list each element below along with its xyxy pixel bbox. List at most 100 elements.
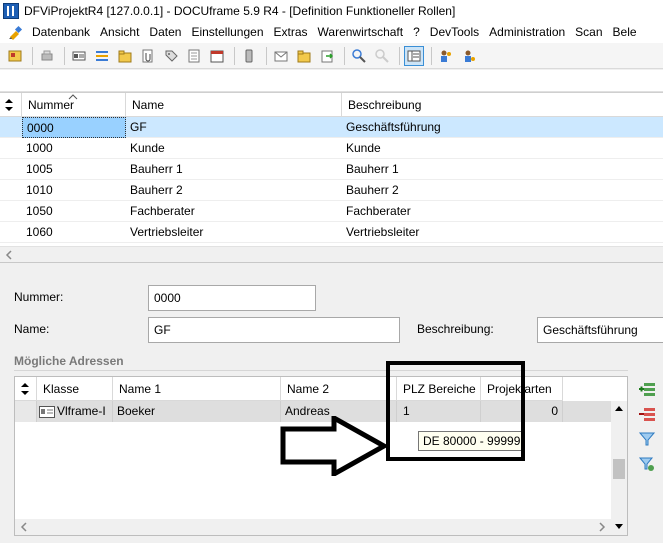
menu-scan[interactable]: Scan: [570, 22, 607, 43]
table-row[interactable]: 1050 Fachberater Fachberater: [0, 201, 663, 222]
menu-einstellungen[interactable]: Einstellungen: [186, 22, 268, 43]
cell-nummer[interactable]: 1010: [22, 180, 126, 201]
add-address-button[interactable]: [637, 378, 657, 400]
tb-mail-button[interactable]: [271, 46, 291, 66]
scroll-left-icon[interactable]: [4, 250, 14, 260]
tb-users-button[interactable]: [436, 46, 456, 66]
grid-sort-handle[interactable]: [0, 93, 22, 117]
scroll-left-icon[interactable]: [19, 522, 29, 532]
toolbar-separator: [32, 46, 33, 65]
col-header-name[interactable]: Name: [126, 93, 342, 117]
tb-print-button[interactable]: [37, 46, 57, 66]
mail-icon: [274, 49, 288, 63]
table-row[interactable]: 1005 Bauherr 1 Bauherr 1: [0, 159, 663, 180]
menu-belege[interactable]: Bele: [608, 22, 642, 43]
beschreibung-field[interactable]: Geschäftsführung: [537, 317, 663, 343]
cell-beschreibung[interactable]: Bauherr 2: [342, 180, 642, 201]
document-menu-icon[interactable]: [7, 25, 23, 41]
cell-beschreibung[interactable]: Geschäftsführung: [342, 117, 642, 138]
menu-devtools[interactable]: DevTools: [425, 22, 484, 43]
col-header-nummer[interactable]: Nummer: [22, 93, 126, 117]
filter-strip: [0, 70, 663, 92]
row-selector[interactable]: [15, 401, 37, 422]
cell-nummer[interactable]: 1060: [22, 222, 126, 243]
cell-nummer[interactable]: 1000: [22, 138, 126, 159]
cell-nummer[interactable]: 1050: [22, 201, 126, 222]
scroll-thumb[interactable]: [613, 459, 625, 479]
nummer-label: Nummer:: [14, 290, 64, 304]
tb-export-button[interactable]: [317, 46, 337, 66]
menu-ansicht[interactable]: Ansicht: [95, 22, 144, 43]
tb-layout-button[interactable]: [404, 45, 424, 66]
col-header-klasse[interactable]: Klasse: [37, 377, 113, 401]
grid-sort-handle[interactable]: [15, 377, 37, 401]
cell-name[interactable]: Bauherr 1: [126, 159, 342, 180]
cell-beschreibung[interactable]: Kunde: [342, 138, 642, 159]
table-row[interactable]: 1060 Vertriebsleiter Vertriebsleiter: [0, 222, 663, 243]
tb-folder-button[interactable]: [115, 46, 135, 66]
cell-name[interactable]: Fachberater: [126, 201, 342, 222]
cell-name[interactable]: Vertriebsleiter: [126, 222, 342, 243]
sort-icon: [21, 383, 29, 395]
cell-beschreibung[interactable]: Fachberater: [342, 201, 642, 222]
cell-name[interactable]: GF: [126, 117, 342, 138]
tb-search-button[interactable]: [349, 46, 369, 66]
document-icon: [187, 49, 201, 63]
remove-row-icon: [639, 408, 655, 421]
scroll-right-icon[interactable]: [597, 522, 607, 532]
cell-name[interactable]: Kunde: [126, 138, 342, 159]
layout-icon: [407, 49, 421, 63]
toolbar-separator: [431, 46, 432, 65]
tb-open-folder-button[interactable]: [294, 46, 314, 66]
filter-button[interactable]: [637, 428, 657, 450]
col-header-beschreibung[interactable]: Beschreibung: [342, 93, 663, 117]
tb-user-settings-button[interactable]: [459, 46, 479, 66]
user-settings-icon: [462, 49, 476, 63]
menu-daten[interactable]: Daten: [144, 22, 186, 43]
cell-nummer[interactable]: 1005: [22, 159, 126, 180]
addressbook-icon: [8, 49, 22, 63]
tb-card-button[interactable]: [69, 46, 89, 66]
menu-warenwirtschaft[interactable]: Warenwirtschaft: [313, 22, 409, 43]
cell-nummer[interactable]: 0000: [22, 117, 126, 138]
roles-grid-hscrollbar[interactable]: [0, 246, 663, 262]
sort-up-icon: [68, 94, 78, 100]
users-icon: [439, 49, 453, 63]
list-icon: [95, 49, 109, 63]
section-title-adressen: Mögliche Adressen: [14, 354, 124, 368]
scroll-up-icon[interactable]: [614, 404, 624, 412]
tb-addressbook-button[interactable]: [5, 46, 25, 66]
remove-address-button[interactable]: [637, 403, 657, 425]
col-header-name1[interactable]: Name 1: [113, 377, 281, 401]
cell-beschreibung[interactable]: Vertriebsleiter: [342, 222, 642, 243]
addresses-grid-vscrollbar[interactable]: [611, 401, 627, 535]
tb-attachment-button[interactable]: [138, 46, 158, 66]
title-bar: DFViProjektR4 [127.0.0.1] - DOCUframe 5.…: [0, 0, 663, 22]
id-card-icon: [72, 49, 86, 63]
table-row[interactable]: 1000 Kunde Kunde: [0, 138, 663, 159]
cell-beschreibung[interactable]: Bauherr 1: [342, 159, 642, 180]
nummer-field[interactable]: 0000: [148, 285, 316, 311]
table-row[interactable]: 1010 Bauherr 2 Bauherr 2: [0, 180, 663, 201]
menu-help[interactable]: ?: [408, 22, 425, 43]
col-header-name2[interactable]: Name 2: [281, 377, 397, 401]
menu-administration[interactable]: Administration: [484, 22, 570, 43]
filter-settings-button[interactable]: [637, 453, 657, 475]
name-field[interactable]: GF: [148, 317, 400, 343]
scroll-down-icon[interactable]: [614, 523, 624, 531]
cell-name[interactable]: Bauherr 2: [126, 180, 342, 201]
pane-splitter[interactable]: [0, 262, 663, 268]
cell-klasse[interactable]: Vlframe-I: [37, 401, 113, 422]
tb-doc-button[interactable]: [184, 46, 204, 66]
table-row[interactable]: 0000 GF Geschäftsführung: [0, 117, 663, 138]
tb-search-disabled-button[interactable]: [372, 46, 392, 66]
tb-list-button[interactable]: [92, 46, 112, 66]
menu-datenbank[interactable]: Datenbank: [27, 22, 95, 43]
cell-name1[interactable]: Boeker: [113, 401, 281, 422]
tb-tag-button[interactable]: [161, 46, 181, 66]
tb-phone-button[interactable]: [239, 46, 259, 66]
menu-extras[interactable]: Extras: [269, 22, 313, 43]
addresses-grid-hscrollbar[interactable]: [15, 519, 611, 535]
toolbar-separator: [266, 46, 267, 65]
tb-calendar-button[interactable]: [207, 46, 227, 66]
